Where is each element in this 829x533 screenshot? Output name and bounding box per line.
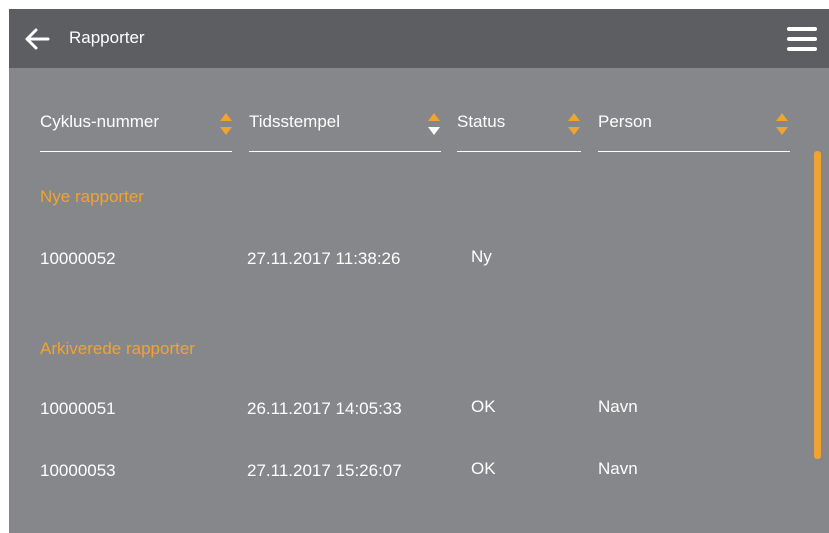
hamburger-menu-icon	[787, 27, 817, 51]
column-header-status[interactable]: Status	[457, 103, 581, 152]
top-bar: Rapporter	[9, 9, 829, 68]
cell-person: Navn	[598, 397, 638, 416]
section-title-archived-reports: Arkiverede rapporter	[40, 339, 195, 358]
cell-status: Ny	[471, 247, 492, 266]
back-button[interactable]	[23, 25, 51, 53]
column-header-label: Tidsstempel	[249, 112, 341, 131]
column-header-timestamp[interactable]: Tidsstempel	[249, 103, 441, 152]
page-title: Rapporter	[69, 28, 145, 47]
sort-arrows-icon	[776, 113, 788, 135]
column-header-label: Cyklus-nummer	[40, 112, 160, 131]
cell-person: Navn	[598, 459, 638, 478]
sort-arrows-icon	[220, 113, 232, 135]
cell-cycle-number: 10000052	[40, 249, 116, 268]
cell-timestamp: 27.11.2017 11:38:26	[247, 249, 401, 268]
cell-cycle-number: 10000051	[40, 399, 116, 418]
cell-status: OK	[471, 397, 496, 416]
sort-arrows-icon	[568, 113, 580, 135]
column-header-cycle-number[interactable]: Cyklus-nummer	[40, 103, 232, 152]
arrow-left-icon	[25, 28, 50, 50]
scrollbar[interactable]	[814, 151, 821, 459]
table-row[interactable]: 10000053 27.11.2017 15:26:07 OK Navn	[9, 451, 809, 491]
column-header-person[interactable]: Person	[598, 103, 790, 152]
section-title-new-reports: Nye rapporter	[40, 187, 144, 206]
table-row[interactable]: 10000051 26.11.2017 14:05:33 OK Navn	[9, 389, 809, 429]
cell-timestamp: 26.11.2017 14:05:33	[247, 399, 402, 418]
column-header-label: Status	[457, 112, 506, 131]
table-row[interactable]: 10000052 27.11.2017 11:38:26 Ny	[9, 239, 809, 279]
sort-descending-icon	[428, 113, 440, 135]
reports-screen: Rapporter Cyklus-nummer Tidsstempel Stat…	[9, 9, 829, 533]
cell-status: OK	[471, 459, 496, 478]
cell-timestamp: 27.11.2017 15:26:07	[247, 461, 402, 480]
column-header-label: Person	[598, 112, 652, 131]
cell-cycle-number: 10000053	[40, 461, 116, 480]
menu-button[interactable]	[787, 27, 817, 51]
